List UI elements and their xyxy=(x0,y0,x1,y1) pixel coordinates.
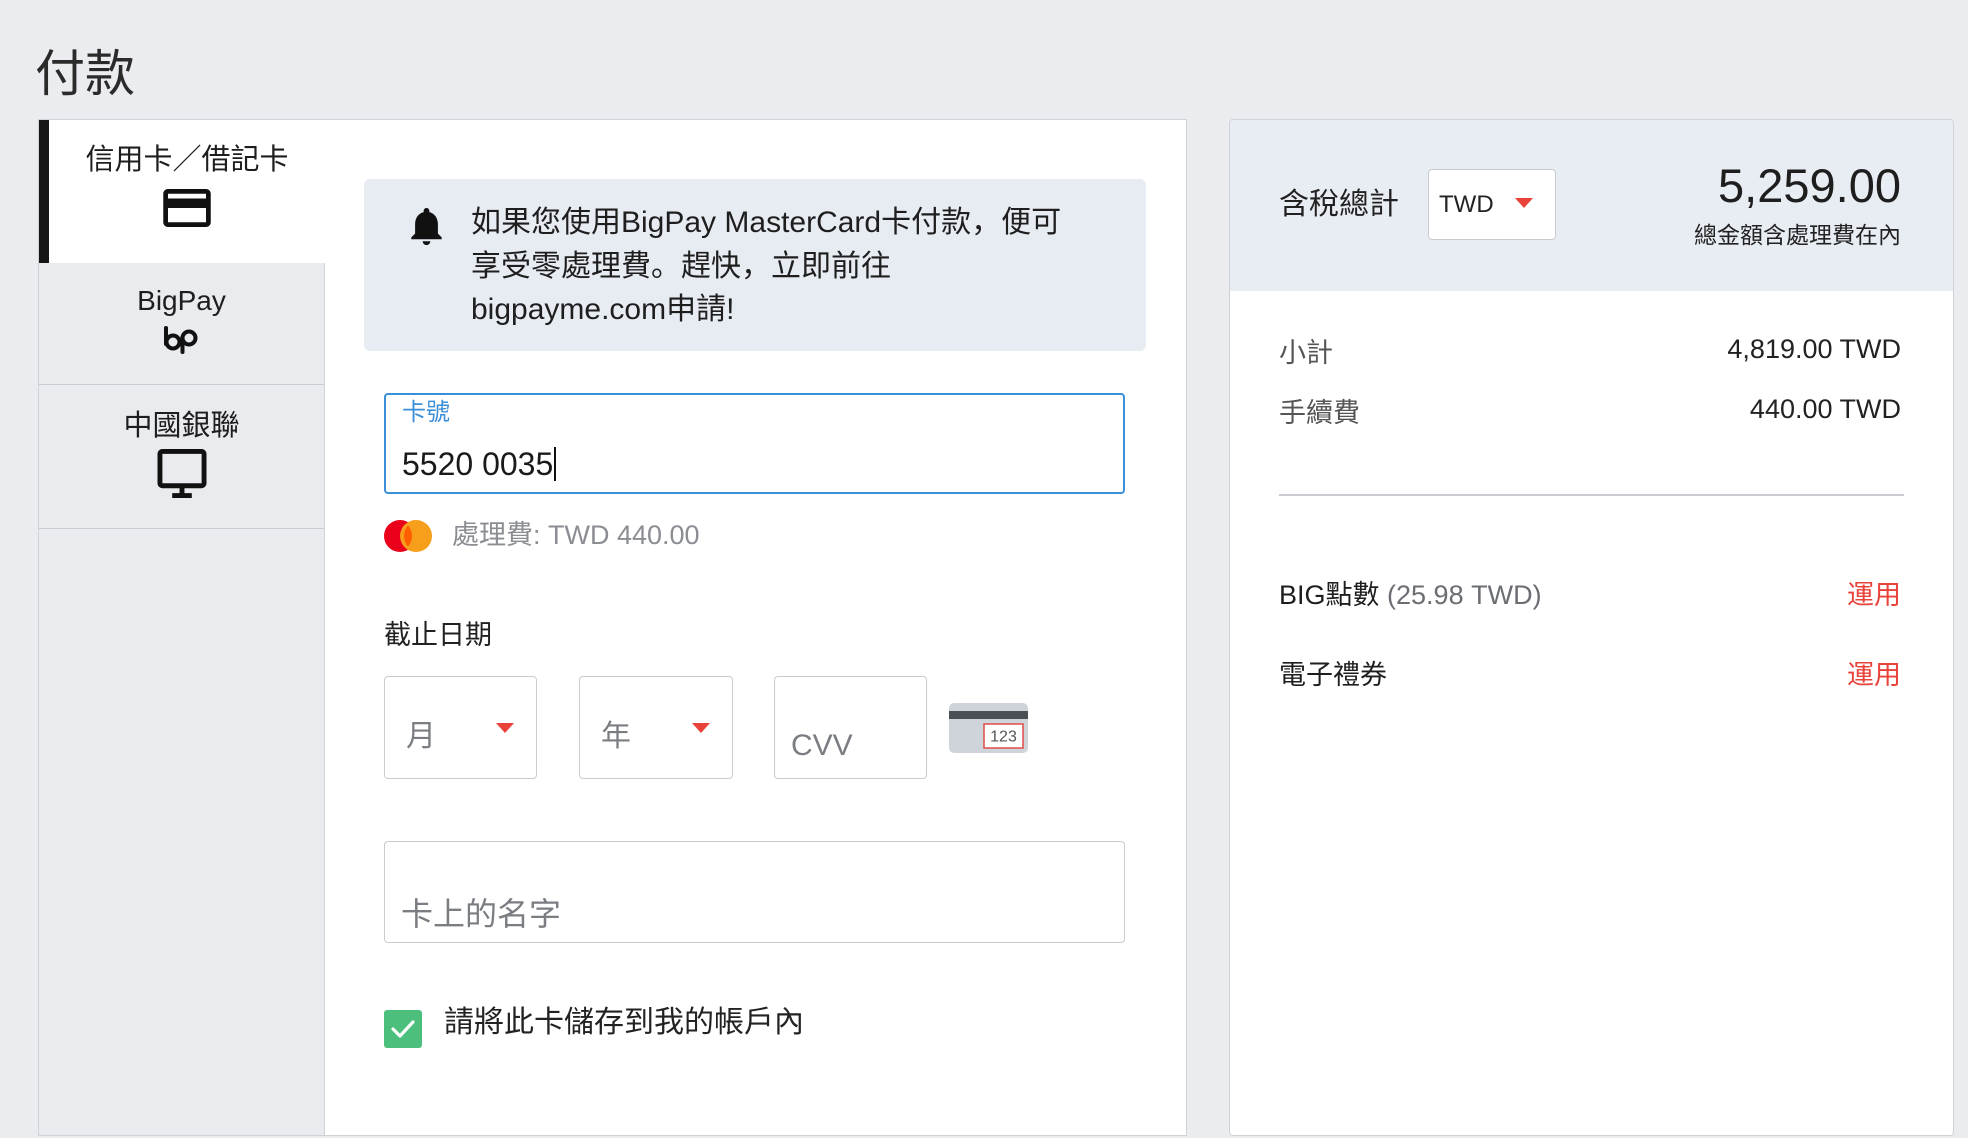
tab-label: 中國銀聯 xyxy=(123,410,240,442)
card-number-input[interactable]: 卡號 5520 0035 xyxy=(384,393,1125,494)
card-number-label: 卡號 xyxy=(402,399,450,426)
bigpay-promo-notice: 如果您使用BigPay MasterCard卡付款，便可 享受零處理費。趕快，立… xyxy=(364,179,1146,351)
fee-value: 440.00 TWD xyxy=(1749,394,1901,424)
expiry-date-label: 截止日期 xyxy=(384,620,492,650)
chevron-down-icon xyxy=(692,723,710,733)
apply-big-points-button[interactable]: 運用 xyxy=(1847,578,1901,612)
expiry-year-select[interactable]: 年 xyxy=(579,676,733,779)
bigpay-logo-icon xyxy=(163,326,197,354)
order-summary-panel: 含稅總計 TWD 5,259.00 總金額含處理費在內 小計 4,819.00 … xyxy=(1229,119,1954,1136)
e-voucher-label: 電子禮券 xyxy=(1279,660,1387,690)
chevron-down-icon xyxy=(1515,198,1533,208)
total-note: 總金額含處理費在內 xyxy=(1694,222,1901,248)
tab-label: 信用卡／借記卡 xyxy=(85,144,289,176)
big-points-value: (25.98 TWD) xyxy=(1387,580,1542,610)
notice-line: 享受零處理費。趕快，立即前往 xyxy=(471,249,891,283)
save-card-checkbox[interactable] xyxy=(384,1010,422,1048)
payment-panel: 信用卡／借記卡 BigPay 中國銀聯 如果您使用BigPay MasterCa… xyxy=(38,119,1187,1136)
expiry-month-select[interactable]: 月 xyxy=(384,676,537,779)
subtotal-value: 4,819.00 TWD xyxy=(1727,334,1901,364)
cvv-input[interactable] xyxy=(774,676,927,779)
total-label: 含稅總計 xyxy=(1279,188,1399,221)
summary-header: 含稅總計 TWD 5,259.00 總金額含處理費在內 xyxy=(1230,120,1953,291)
currency-select[interactable]: TWD xyxy=(1428,169,1556,240)
total-amount: 5,259.00 xyxy=(1718,159,1901,212)
monitor-icon xyxy=(157,449,206,498)
subtotal-label: 小計 xyxy=(1279,338,1333,368)
bell-icon xyxy=(411,207,442,245)
processing-fee-text: 處理費: TWD 440.00 xyxy=(452,520,700,550)
tab-credit-debit-card[interactable]: 信用卡／借記卡 xyxy=(39,120,325,263)
currency-value: TWD xyxy=(1439,191,1494,218)
card-back-cvv-icon: 123 xyxy=(949,703,1028,753)
page-title: 付款 xyxy=(35,46,135,102)
tab-unionpay[interactable]: 中國銀聯 xyxy=(39,385,324,529)
tab-label: BigPay xyxy=(137,285,226,316)
cvv-hint-text: 123 xyxy=(990,729,1017,746)
notice-line: bigpayme.com申請! xyxy=(471,293,735,326)
chevron-down-icon xyxy=(496,723,514,733)
payment-method-sidebar: 信用卡／借記卡 BigPay 中國銀聯 xyxy=(39,120,325,1135)
save-card-label[interactable]: 請將此卡儲存到我的帳戶內 xyxy=(444,1004,804,1042)
credit-card-icon xyxy=(163,189,211,227)
apply-e-voucher-button[interactable]: 運用 xyxy=(1847,658,1901,692)
cardholder-name-input[interactable] xyxy=(384,841,1125,943)
checkmark-icon xyxy=(391,1020,415,1038)
sidebar-divider xyxy=(324,263,325,1135)
text-caret xyxy=(554,447,557,481)
month-placeholder: 月 xyxy=(406,720,436,753)
big-points-label: BIG點數 (25.98 TWD) xyxy=(1279,580,1542,610)
year-placeholder: 年 xyxy=(601,720,631,753)
tab-bigpay[interactable]: BigPay xyxy=(39,263,324,385)
notice-line: 如果您使用BigPay MasterCard卡付款，便可 xyxy=(471,206,1062,239)
notice-text: 如果您使用BigPay MasterCard卡付款，便可 享受零處理費。趕快，立… xyxy=(471,201,1061,332)
summary-divider xyxy=(1279,494,1904,496)
card-number-value: 5520 0035 xyxy=(402,444,557,484)
fee-label: 手續費 xyxy=(1279,398,1360,428)
mastercard-icon xyxy=(384,520,432,552)
